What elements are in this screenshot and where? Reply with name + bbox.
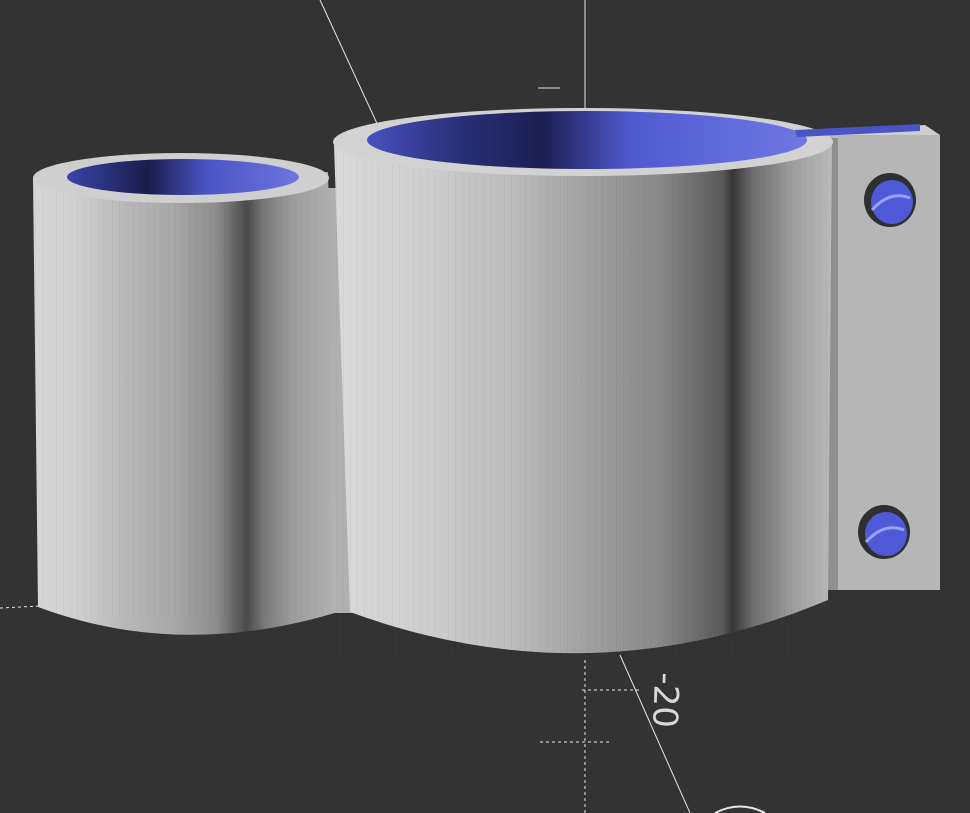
- screw-hole-top: [864, 173, 916, 227]
- small-cylinder-tube[interactable]: [33, 153, 360, 635]
- screw-hole-bottom-inner: [865, 512, 907, 556]
- large-cylinder-opening: [367, 111, 807, 169]
- large-cylinder-facets: [334, 145, 832, 660]
- screw-hole-top-inner: [871, 180, 913, 224]
- large-cylinder-clamp[interactable]: [333, 108, 920, 660]
- 3d-viewport[interactable]: -20: [0, 0, 970, 813]
- axis-line-diagonal: [319, 0, 381, 131]
- small-cylinder-facets: [33, 178, 333, 618]
- render-scene[interactable]: -20: [0, 0, 970, 813]
- axis-tick-label: -20: [644, 672, 686, 729]
- small-cylinder-opening: [67, 159, 299, 195]
- screw-hole-bottom: [858, 505, 910, 559]
- axis-fragment-bottom-right: [714, 805, 766, 813]
